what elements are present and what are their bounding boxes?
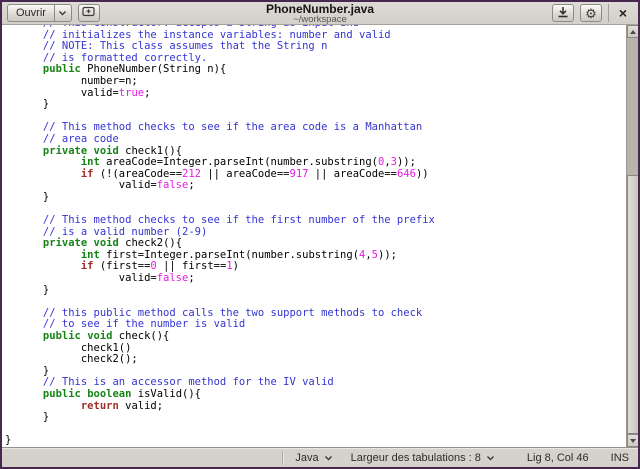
header-bar[interactable]: Ouvrir PhoneNumber.java ~/workspace — [2, 2, 638, 25]
cursor-position: Lig 8, Col 46 — [527, 452, 589, 464]
code-line: check2(); — [5, 354, 626, 366]
vertical-scrollbar[interactable] — [626, 25, 638, 447]
open-button[interactable]: Ouvrir — [7, 4, 55, 22]
scrollbar-down-button[interactable] — [627, 434, 638, 447]
code-content: // This constructor: accepts a String as… — [2, 25, 626, 447]
gedit-window: Ouvrir PhoneNumber.java ~/workspace — [0, 0, 640, 469]
status-bar: Java Largeur des tabulations : 8 Lig 8, … — [2, 447, 638, 467]
new-document-button[interactable] — [78, 4, 100, 22]
code-line: } — [5, 435, 626, 447]
chevron-down-icon — [486, 452, 495, 464]
code-line: valid=false; — [5, 180, 626, 192]
scrollbar-up-button[interactable] — [627, 25, 638, 38]
code-line — [5, 424, 626, 436]
scrollbar-thumb[interactable] — [627, 175, 638, 434]
tab-new-icon — [82, 6, 95, 20]
code-line: } — [5, 192, 626, 204]
code-line: } — [5, 285, 626, 297]
code-line: } — [5, 99, 626, 111]
code-line: return valid; — [5, 401, 626, 413]
header-right-controls: ⚙ × — [552, 4, 633, 22]
menu-button[interactable]: ⚙ — [580, 4, 602, 22]
insert-mode-indicator: INS — [611, 452, 629, 464]
language-selector[interactable]: Java — [295, 452, 332, 464]
code-line: } — [5, 412, 626, 424]
statusbar-separator — [282, 451, 283, 465]
close-button[interactable]: × — [613, 4, 633, 22]
code-line: valid=false; — [5, 273, 626, 285]
tab-width-selector[interactable]: Largeur des tabulations : 8 — [351, 452, 495, 464]
header-separator — [608, 4, 609, 22]
open-dropdown-button[interactable] — [55, 4, 72, 22]
header-left-controls: Ouvrir — [7, 4, 100, 22]
arrow-up-icon — [630, 30, 636, 34]
chevron-down-icon — [324, 452, 333, 464]
arrow-down-icon — [630, 439, 636, 443]
code-line: valid=true; — [5, 88, 626, 100]
chevron-down-icon — [58, 7, 67, 19]
code-editor[interactable]: // This constructor: accepts a String as… — [2, 25, 626, 447]
editor-area: // This constructor: accepts a String as… — [2, 25, 638, 447]
gear-icon: ⚙ — [585, 7, 597, 20]
save-icon — [557, 6, 569, 21]
tab-width-label: Largeur des tabulations : 8 — [351, 452, 481, 464]
language-label: Java — [295, 452, 318, 464]
save-button[interactable] — [552, 4, 574, 22]
close-icon: × — [619, 6, 627, 20]
